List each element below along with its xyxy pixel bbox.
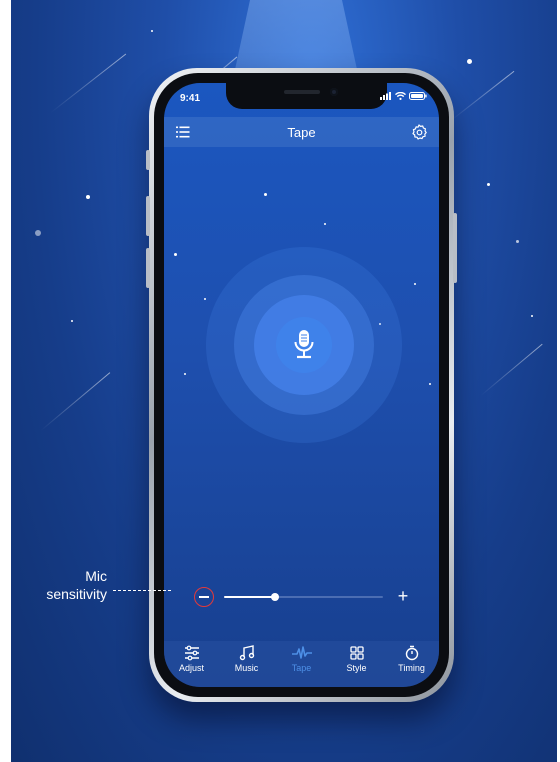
annotation-line-2: sensitivity — [46, 586, 107, 602]
status-icons — [380, 92, 427, 100]
tab-tape[interactable]: Tape — [278, 645, 326, 673]
tab-music[interactable]: Music — [223, 645, 271, 673]
app-screen: 9:41 Tape + Adjust Music Tape Style Timi… — [164, 83, 439, 687]
star — [516, 240, 519, 243]
meteor-streak — [450, 70, 515, 121]
star — [184, 373, 186, 375]
star — [487, 183, 490, 186]
star — [264, 193, 267, 196]
front-camera — [330, 88, 338, 96]
tab-timing[interactable]: Timing — [388, 645, 436, 673]
side-button — [146, 150, 150, 170]
microphone-icon — [294, 330, 314, 359]
star — [204, 298, 206, 300]
star — [86, 195, 90, 199]
tab-style[interactable]: Style — [333, 645, 381, 673]
tab-label: Tape — [291, 663, 312, 673]
music-note-icon — [239, 645, 254, 661]
record-button-inner — [276, 317, 332, 373]
star — [531, 315, 533, 317]
bottom-tab-bar: Adjust Music Tape Style Timing — [164, 641, 439, 687]
battery-icon — [409, 92, 427, 100]
mic-sensitivity-annotation: Mic sensitivity — [46, 567, 107, 603]
meteor-streak — [50, 53, 127, 113]
phone-frame: 9:41 Tape + Adjust Music Tape Style Timi… — [146, 68, 457, 702]
star — [35, 230, 41, 236]
star — [429, 383, 431, 385]
sliders-icon — [184, 645, 199, 661]
star — [414, 283, 416, 285]
page-title: Tape — [287, 125, 316, 140]
annotation-dashed-line — [113, 590, 171, 591]
tab-label: Music — [234, 663, 259, 673]
status-time: 9:41 — [180, 93, 201, 104]
star — [324, 223, 326, 225]
tab-label: Adjust — [178, 663, 204, 673]
app-header: Tape — [164, 117, 439, 147]
waveform-icon — [291, 646, 312, 659]
speaker — [284, 90, 320, 94]
signal-icon — [380, 92, 391, 100]
background-poster: 9:41 Tape + Adjust Music Tape Style Timi… — [11, 0, 557, 762]
annotation-line-1: Mic — [85, 568, 107, 584]
wifi-icon — [395, 92, 406, 100]
phone-bezel: 9:41 Tape + Adjust Music Tape Style Timi… — [154, 73, 449, 697]
notch — [226, 83, 387, 109]
star — [151, 30, 153, 32]
tab-label: Timing — [398, 663, 425, 673]
decrease-sensitivity-button[interactable] — [194, 587, 214, 607]
volume-up-button — [146, 196, 150, 236]
meteor-streak — [40, 372, 111, 431]
meteor-streak — [480, 343, 543, 396]
slider-fill — [224, 596, 275, 598]
slider-track[interactable] — [224, 593, 383, 601]
mic-sensitivity-slider: + — [182, 585, 421, 609]
volume-down-button — [146, 248, 150, 288]
timer-icon — [405, 645, 418, 661]
slider-thumb[interactable] — [270, 593, 279, 601]
grid-icon — [349, 646, 364, 660]
star — [71, 320, 73, 322]
tab-label: Style — [346, 663, 367, 673]
power-button — [453, 213, 457, 283]
settings-gear-icon[interactable] — [411, 124, 427, 140]
record-button[interactable] — [254, 295, 354, 395]
star — [174, 253, 177, 256]
star — [467, 59, 472, 64]
tab-adjust[interactable]: Adjust — [168, 645, 216, 673]
increase-sensitivity-button[interactable]: + — [393, 585, 413, 609]
